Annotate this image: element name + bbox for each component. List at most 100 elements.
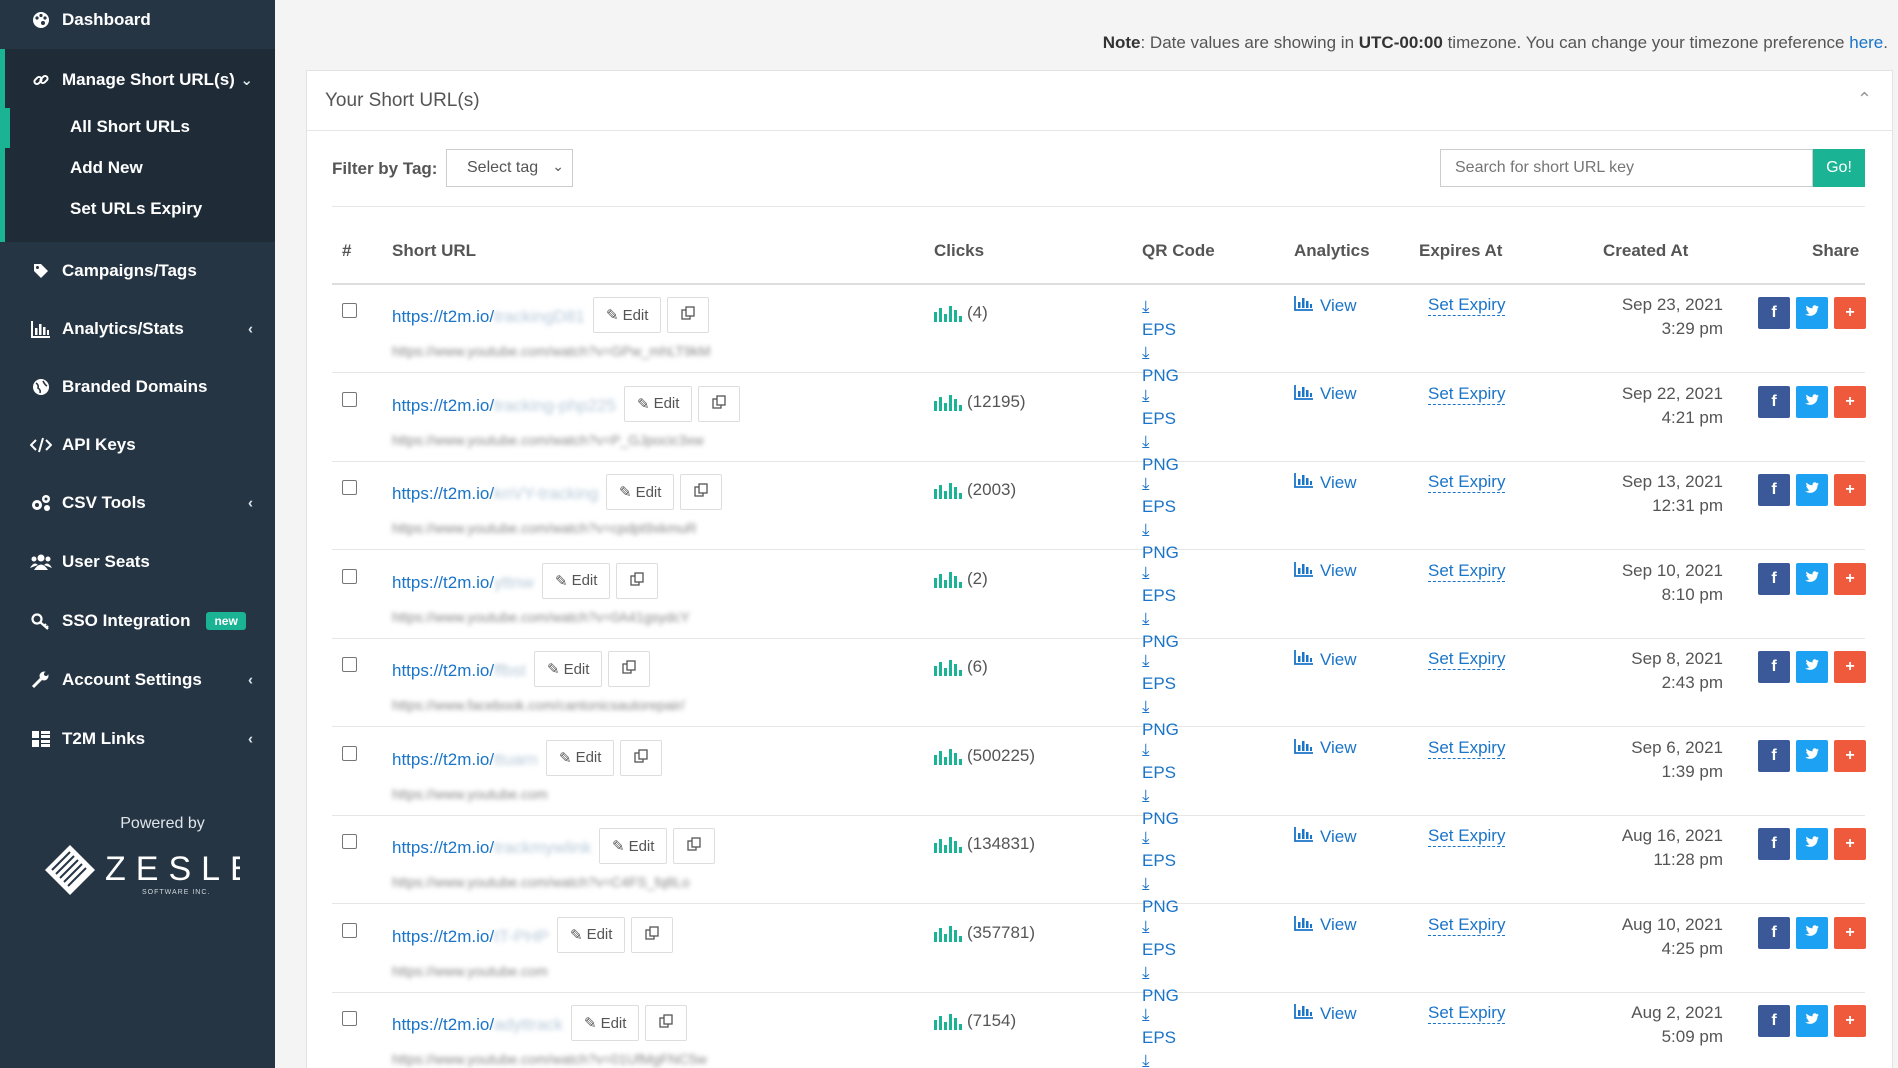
set-expiry-link[interactable]: Set Expiry xyxy=(1428,1003,1506,1024)
facebook-share-button[interactable]: f xyxy=(1758,651,1790,683)
twitter-share-button[interactable] xyxy=(1796,385,1828,418)
row-checkbox[interactable] xyxy=(342,745,357,761)
row-checkbox[interactable] xyxy=(342,1011,357,1026)
twitter-share-button[interactable] xyxy=(1796,739,1828,772)
facebook-share-button[interactable]: f xyxy=(1758,916,1790,949)
sidebar-subitem-add-new[interactable]: Add New xyxy=(70,158,143,178)
set-expiry-link[interactable]: Set Expiry xyxy=(1428,738,1506,759)
set-expiry-link[interactable]: Set Expiry xyxy=(1428,384,1506,405)
copy-button[interactable] xyxy=(673,828,715,864)
sidebar-item-account-settings[interactable]: Account Settings ‹ xyxy=(0,652,275,708)
short-url-link[interactable]: https://t2m.io/yttnw xyxy=(392,573,534,593)
timezone-preference-link[interactable]: here xyxy=(1849,33,1883,52)
analytics-view-link[interactable]: View xyxy=(1294,1003,1357,1024)
row-checkbox[interactable] xyxy=(342,834,357,849)
twitter-share-button[interactable] xyxy=(1796,828,1828,860)
addthis-share-button[interactable]: + xyxy=(1834,828,1866,860)
short-url-link[interactable]: https://t2m.io/trackingD81 xyxy=(392,307,585,327)
edit-button[interactable]: ✎ Edit xyxy=(624,385,693,422)
edit-button[interactable]: ✎ Edit xyxy=(557,916,626,953)
edit-button[interactable]: ✎ Edit xyxy=(571,1005,640,1041)
edit-button[interactable]: ✎ Edit xyxy=(546,739,615,776)
row-checkbox[interactable] xyxy=(342,657,357,672)
twitter-share-button[interactable] xyxy=(1796,562,1828,595)
sidebar-item-manage-short-urls[interactable]: Manage Short URL(s) ⌄ xyxy=(0,52,275,108)
facebook-share-button[interactable]: f xyxy=(1758,297,1790,329)
sidebar-item-campaigns-tags[interactable]: Campaigns/Tags xyxy=(0,243,275,299)
row-checkbox[interactable] xyxy=(342,922,357,938)
eps-download-link[interactable]: ⤓ EPS xyxy=(1142,915,1179,961)
facebook-share-button[interactable]: f xyxy=(1758,1005,1790,1037)
twitter-share-button[interactable] xyxy=(1796,297,1828,329)
addthis-share-button[interactable]: + xyxy=(1834,1005,1866,1037)
facebook-share-button[interactable]: f xyxy=(1758,474,1790,506)
sidebar-subitem-set-urls-expiry[interactable]: Set URLs Expiry xyxy=(70,199,202,219)
set-expiry-link[interactable]: Set Expiry xyxy=(1428,826,1506,847)
analytics-view-link[interactable]: View xyxy=(1294,915,1357,936)
row-checkbox[interactable] xyxy=(342,568,357,584)
copy-button[interactable] xyxy=(698,385,740,422)
sidebar-item-analytics-stats[interactable]: Analytics/Stats ‹ xyxy=(0,301,275,357)
addthis-share-button[interactable]: + xyxy=(1834,562,1866,595)
analytics-view-link[interactable]: View xyxy=(1294,649,1357,670)
addthis-share-button[interactable]: + xyxy=(1834,297,1866,329)
analytics-view-link[interactable]: View xyxy=(1294,826,1357,847)
eps-download-link[interactable]: ⤓ EPS xyxy=(1142,384,1179,430)
set-expiry-link[interactable]: Set Expiry xyxy=(1428,649,1506,670)
short-url-link[interactable]: https://t2m.io/tT-PHP xyxy=(392,927,549,947)
sidebar-item-dashboard[interactable]: Dashboard xyxy=(0,0,275,48)
short-url-link[interactable]: https://t2m.io/knVY-tracking xyxy=(392,484,598,504)
analytics-view-link[interactable]: View xyxy=(1294,384,1357,405)
short-url-link[interactable]: https://t2m.io/ffbst xyxy=(392,661,526,681)
row-checkbox[interactable] xyxy=(342,391,357,407)
addthis-share-button[interactable]: + xyxy=(1834,385,1866,418)
facebook-share-button[interactable]: f xyxy=(1758,828,1790,860)
facebook-share-button[interactable]: f xyxy=(1758,562,1790,595)
facebook-share-button[interactable]: f xyxy=(1758,739,1790,772)
eps-download-link[interactable]: ⤓ EPS xyxy=(1142,1003,1179,1049)
twitter-share-button[interactable] xyxy=(1796,474,1828,506)
short-url-link[interactable]: https://t2m.io/tracking-php225 xyxy=(392,396,616,416)
png-download-link[interactable]: ⤓ PNG xyxy=(1142,1049,1179,1068)
twitter-share-button[interactable] xyxy=(1796,651,1828,683)
edit-button[interactable]: ✎ Edit xyxy=(606,474,675,510)
tag-select[interactable]: Select tag ⌄ xyxy=(446,149,573,187)
edit-button[interactable]: ✎ Edit xyxy=(534,651,603,687)
eps-download-link[interactable]: ⤓ EPS xyxy=(1142,561,1179,607)
sidebar-item-csv-tools[interactable]: CSV Tools ‹ xyxy=(0,475,275,531)
chevron-up-icon[interactable]: ⌃ xyxy=(1857,89,1872,110)
edit-button[interactable]: ✎ Edit xyxy=(542,562,611,599)
sidebar-item-api-keys[interactable]: API Keys xyxy=(0,417,275,473)
sidebar-item-user-seats[interactable]: User Seats xyxy=(0,534,275,590)
addthis-share-button[interactable]: + xyxy=(1834,739,1866,772)
edit-button[interactable]: ✎ Edit xyxy=(593,297,662,333)
search-input[interactable] xyxy=(1440,149,1813,187)
set-expiry-link[interactable]: Set Expiry xyxy=(1428,472,1506,493)
twitter-share-button[interactable] xyxy=(1796,1005,1828,1037)
short-url-link[interactable]: https://t2m.io/trackmywlink xyxy=(392,838,591,858)
edit-button[interactable]: ✎ Edit xyxy=(599,828,668,864)
analytics-view-link[interactable]: View xyxy=(1294,295,1357,316)
sidebar-item-branded-domains[interactable]: Branded Domains xyxy=(0,359,275,415)
eps-download-link[interactable]: ⤓ EPS xyxy=(1142,295,1179,341)
eps-download-link[interactable]: ⤓ EPS xyxy=(1142,826,1179,872)
row-checkbox[interactable] xyxy=(342,303,357,318)
copy-button[interactable] xyxy=(645,1005,687,1041)
copy-button[interactable] xyxy=(616,562,658,599)
analytics-view-link[interactable]: View xyxy=(1294,738,1357,759)
addthis-share-button[interactable]: + xyxy=(1834,651,1866,683)
analytics-view-link[interactable]: View xyxy=(1294,561,1357,582)
copy-button[interactable] xyxy=(608,651,650,687)
addthis-share-button[interactable]: + xyxy=(1834,916,1866,949)
analytics-view-link[interactable]: View xyxy=(1294,472,1357,493)
addthis-share-button[interactable]: + xyxy=(1834,474,1866,506)
eps-download-link[interactable]: ⤓ EPS xyxy=(1142,472,1179,518)
row-checkbox[interactable] xyxy=(342,480,357,495)
sidebar-item-t2m-links[interactable]: T2M Links ‹ xyxy=(0,711,275,767)
eps-download-link[interactable]: ⤓ EPS xyxy=(1142,738,1179,784)
short-url-link[interactable]: https://t2m.io/adyttrack xyxy=(392,1015,563,1035)
twitter-share-button[interactable] xyxy=(1796,916,1828,949)
set-expiry-link[interactable]: Set Expiry xyxy=(1428,561,1506,582)
copy-button[interactable] xyxy=(631,916,673,953)
go-button[interactable]: Go! xyxy=(1813,149,1865,187)
